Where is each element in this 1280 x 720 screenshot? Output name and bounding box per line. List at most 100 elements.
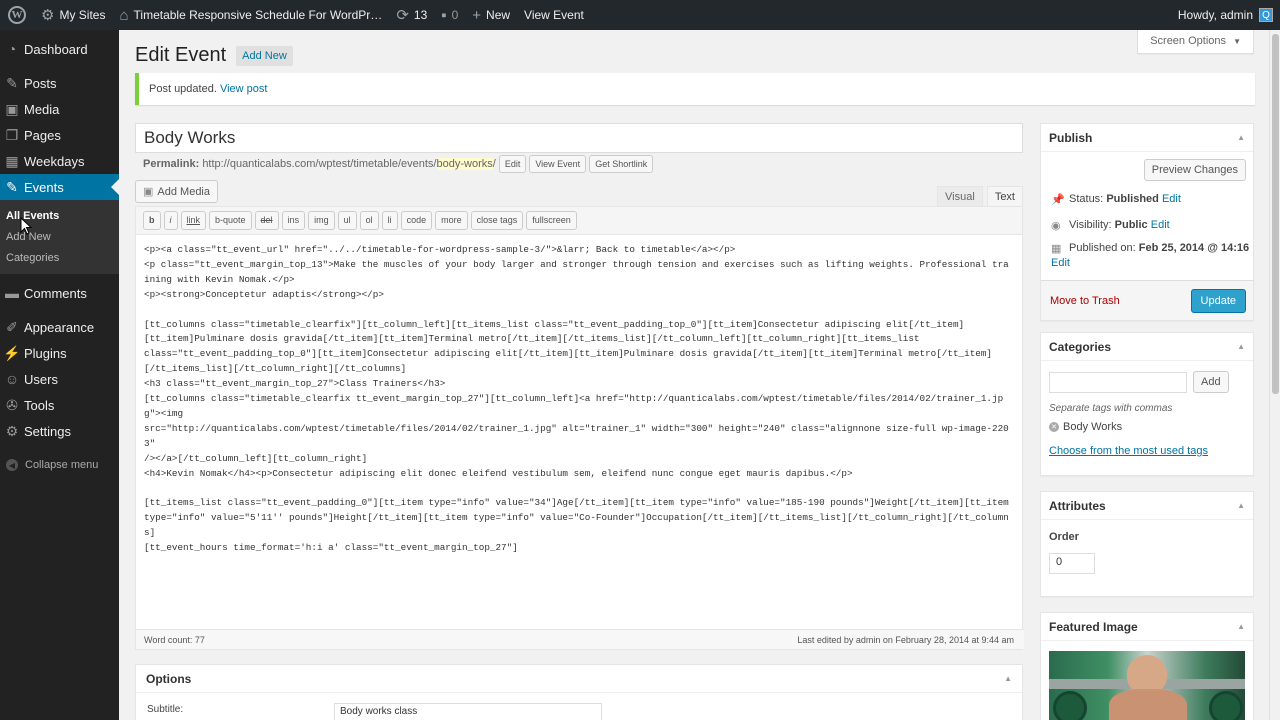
editor-tabs: Visual Text <box>933 186 1023 207</box>
screen-options-button[interactable]: Screen Options ▼ <box>1137 30 1254 54</box>
menu-settings[interactable]: ⚙ Settings <box>0 418 119 444</box>
update-button[interactable]: Update <box>1190 288 1246 313</box>
site-name-menu[interactable]: ⌂ Timetable Responsive Schedule For Word… <box>112 0 389 30</box>
permalink-slug[interactable]: body-works <box>436 158 493 170</box>
options-title: Options <box>146 671 192 686</box>
qt-link-button[interactable]: link <box>180 211 207 230</box>
qt-ul-button[interactable]: ul <box>337 211 357 230</box>
menu-appearance[interactable]: ✐ Appearance <box>0 314 119 340</box>
comments-menu[interactable]: ▪ 0 <box>434 0 465 30</box>
new-content-menu[interactable]: + New <box>465 0 517 30</box>
my-account-menu[interactable]: Howdy, admin Q <box>1171 0 1280 30</box>
menu-plugins-label: Plugins <box>24 345 67 361</box>
tab-text[interactable]: Text <box>986 186 1023 207</box>
new-tag-input[interactable] <box>1049 371 1187 393</box>
submenu-add-new[interactable]: Add New <box>0 226 119 247</box>
status-value: Published <box>1106 193 1159 205</box>
options-header[interactable]: Options ▲ <box>136 665 1022 693</box>
main-content: Edit Event Add New Screen Options ▼ Post… <box>119 30 1269 720</box>
collapse-arrow-icon[interactable]: ▲ <box>1237 622 1245 631</box>
qt-li-button[interactable]: li <box>381 211 398 230</box>
qt-ol-button[interactable]: ol <box>359 211 379 230</box>
page-title-row: Edit Event Add New <box>135 44 293 67</box>
subtitle-label: Subtitle: <box>147 704 184 715</box>
add-new-button[interactable]: Add New <box>236 45 293 66</box>
qt-img-button[interactable]: img <box>308 211 335 230</box>
updates-count: 13 <box>413 8 428 22</box>
menu-pages[interactable]: ❐ Pages <box>0 122 119 148</box>
collapse-arrow-icon[interactable]: ▲ <box>1237 342 1245 351</box>
menu-dashboard[interactable]: ◔ Dashboard <box>0 36 119 62</box>
collapse-arrow-icon[interactable]: ▲ <box>1004 674 1012 683</box>
updates-menu[interactable]: ⟳ 13 <box>389 0 434 30</box>
subtitle-input[interactable]: Body works class <box>334 703 602 720</box>
collapse-menu-button[interactable]: ◀ Collapse menu <box>0 452 119 478</box>
home-icon: ⌂ <box>119 6 129 24</box>
edit-date-link[interactable]: Edit <box>1051 257 1070 269</box>
scrollbar-thumb[interactable] <box>1272 34 1279 394</box>
update-notice: Post updated. View post <box>135 73 1255 105</box>
howdy-label: Howdy, admin <box>1177 8 1253 22</box>
edit-permalink-button[interactable]: Edit <box>498 155 527 173</box>
collapse-menu-label: Collapse menu <box>25 459 99 471</box>
menu-tools[interactable]: ✇ Tools <box>0 392 119 418</box>
add-tag-button[interactable]: Add <box>1193 371 1229 393</box>
site-name-label: Timetable Responsive Schedule For WordPr… <box>133 8 383 22</box>
order-label: Order <box>1049 531 1079 543</box>
view-post-link[interactable]: View post <box>220 83 268 95</box>
qt-bold-button[interactable]: b <box>143 211 161 230</box>
qt-code-button[interactable]: code <box>400 211 433 230</box>
wordpress-logo-menu[interactable]: W <box>0 0 34 30</box>
post-title-input[interactable]: Body Works <box>135 123 1023 153</box>
qt-fullscreen-button[interactable]: fullscreen <box>526 211 577 230</box>
collapse-arrow-icon[interactable]: ▲ <box>1237 133 1245 142</box>
qt-more-button[interactable]: more <box>435 211 468 230</box>
attributes-header[interactable]: Attributes ▲ <box>1041 492 1253 520</box>
menu-plugins[interactable]: ⚡ Plugins <box>0 340 119 366</box>
publish-metabox: Publish ▲ Preview Changes 📌 Status: Publ… <box>1040 123 1254 321</box>
qt-blockquote-button[interactable]: b-quote <box>209 211 252 230</box>
featured-image-header[interactable]: Featured Image ▲ <box>1041 613 1253 641</box>
preview-changes-button[interactable]: Preview Changes <box>1143 159 1246 181</box>
order-input[interactable]: 0 <box>1049 553 1095 574</box>
word-count: Word count: 77 <box>144 634 205 645</box>
get-shortlink-button[interactable]: Get Shortlink <box>589 155 654 173</box>
qt-ins-button[interactable]: ins <box>281 211 306 230</box>
menu-users[interactable]: ☺ Users <box>0 366 119 392</box>
qt-del-button[interactable]: del <box>254 211 279 230</box>
publish-header[interactable]: Publish ▲ <box>1041 124 1253 152</box>
menu-weekdays[interactable]: ▦ Weekdays <box>0 148 119 174</box>
publish-title: Publish <box>1049 130 1093 145</box>
menu-posts[interactable]: ✎ Posts <box>0 70 119 96</box>
collapse-arrow-icon[interactable]: ▲ <box>1237 501 1245 510</box>
page-scrollbar[interactable] <box>1269 30 1280 720</box>
view-event-button[interactable]: View Event <box>529 155 587 173</box>
settings-icon: ⚙ <box>5 422 19 439</box>
submenu-all-events[interactable]: All Events <box>0 205 119 226</box>
featured-image-thumbnail[interactable] <box>1049 651 1245 720</box>
submenu-categories[interactable]: Categories <box>0 247 119 268</box>
menu-media[interactable]: ▣ Media <box>0 96 119 122</box>
edit-visibility-link[interactable]: Edit <box>1151 219 1170 231</box>
paintbrush-icon: ✐ <box>6 318 18 335</box>
view-event-link[interactable]: View Event <box>517 0 591 30</box>
qt-close-tags-button[interactable]: close tags <box>470 211 524 230</box>
categories-title: Categories <box>1049 339 1112 354</box>
menu-events[interactable]: ✎ Events <box>0 174 119 200</box>
move-to-trash-link[interactable]: Move to Trash <box>1050 295 1120 307</box>
status-label: Status: <box>1069 193 1104 205</box>
content-textarea[interactable]: <p><a class="tt_event_url" href="../../t… <box>136 235 1022 635</box>
published-value: Feb 25, 2014 @ 14:16 <box>1138 242 1250 254</box>
add-media-button[interactable]: ▣ Add Media <box>135 180 218 203</box>
tab-visual[interactable]: Visual <box>937 186 983 207</box>
qt-italic-button[interactable]: i <box>163 211 178 230</box>
edit-status-link[interactable]: Edit <box>1162 193 1181 205</box>
plug-icon: ⚡ <box>3 344 21 361</box>
menu-comments[interactable]: ▬ Comments <box>0 280 119 306</box>
remove-tag-icon[interactable]: ✕ <box>1049 422 1059 432</box>
categories-header[interactable]: Categories ▲ <box>1041 333 1253 361</box>
categories-metabox: Categories ▲ Add Separate tags with comm… <box>1040 332 1254 476</box>
my-sites-menu[interactable]: ⚙ My Sites <box>34 0 112 30</box>
most-used-tags-link[interactable]: Choose from the most used tags <box>1049 445 1208 457</box>
menu-dashboard-label: Dashboard <box>24 41 88 57</box>
